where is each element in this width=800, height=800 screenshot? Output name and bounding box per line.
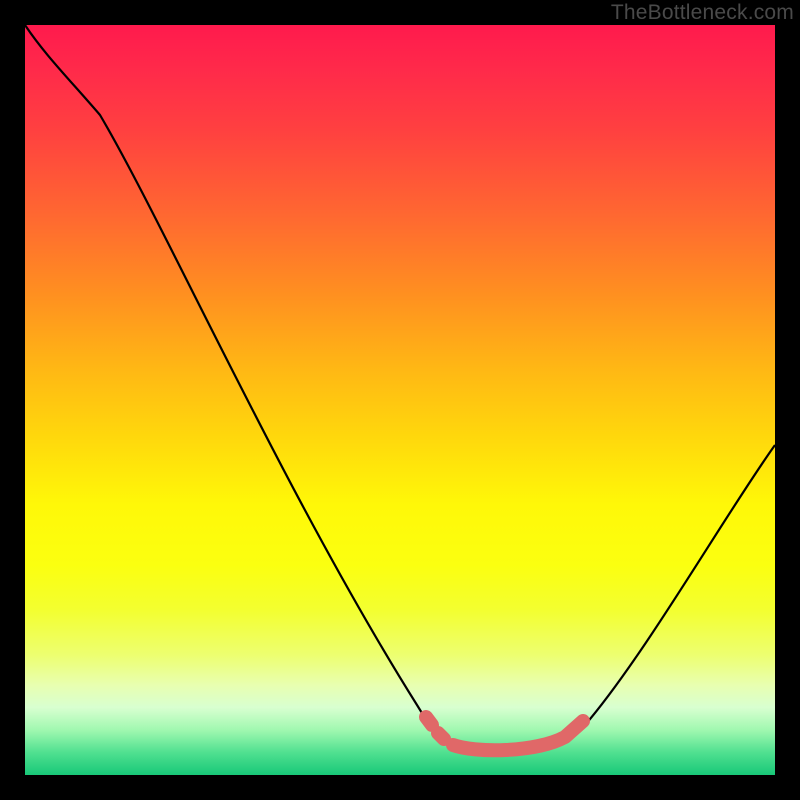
chart-frame: TheBottleneck.com	[0, 0, 800, 800]
plot-area	[25, 25, 775, 775]
highlight-segment	[426, 717, 583, 750]
bottleneck-curve	[25, 25, 775, 753]
curve-layer	[25, 25, 775, 775]
watermark-label: TheBottleneck.com	[611, 1, 794, 25]
